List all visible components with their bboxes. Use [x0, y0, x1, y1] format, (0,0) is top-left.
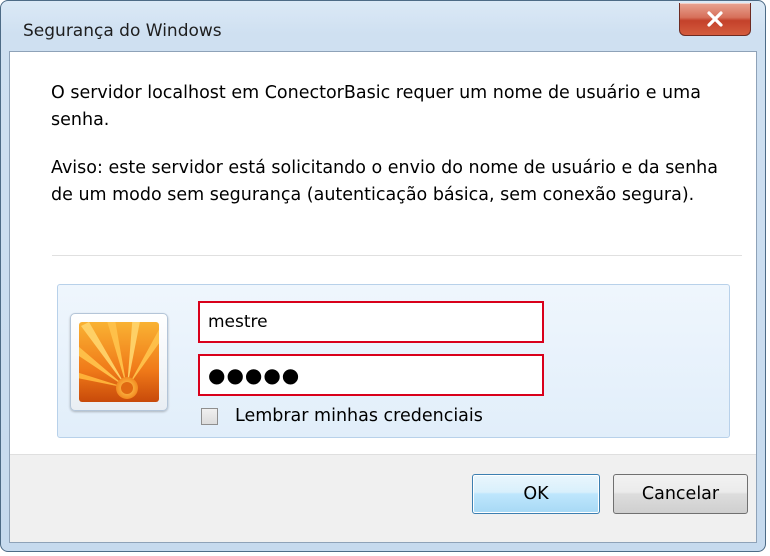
- warning-message: Aviso: este servidor está solicitando o …: [51, 158, 718, 205]
- button-bar: OK Cancelar: [10, 454, 756, 542]
- close-button[interactable]: [679, 3, 751, 36]
- username-field[interactable]: [198, 301, 544, 343]
- title-bar[interactable]: Segurança do Windows: [1, 1, 765, 51]
- dialog-body: O servidor localhost em ConectorBasic re…: [9, 51, 757, 543]
- remember-label: Lembrar minhas credenciais: [235, 406, 483, 426]
- password-field[interactable]: ●●●●●: [198, 354, 544, 396]
- user-picture-icon: [70, 313, 168, 411]
- credential-tile: ●●●●● Lembrar minhas credenciais: [57, 284, 730, 438]
- remember-credentials[interactable]: Lembrar minhas credenciais: [201, 405, 483, 427]
- remember-checkbox[interactable]: [201, 407, 218, 425]
- server-message: O servidor localhost em ConectorBasic re…: [51, 83, 701, 130]
- ok-button[interactable]: OK: [472, 474, 600, 514]
- window-title: Segurança do Windows: [23, 21, 222, 41]
- close-icon: [707, 11, 723, 27]
- cancel-button[interactable]: Cancelar: [613, 474, 748, 514]
- security-dialog: Segurança do Windows O servidor localhos…: [0, 0, 766, 552]
- divider: [52, 255, 742, 256]
